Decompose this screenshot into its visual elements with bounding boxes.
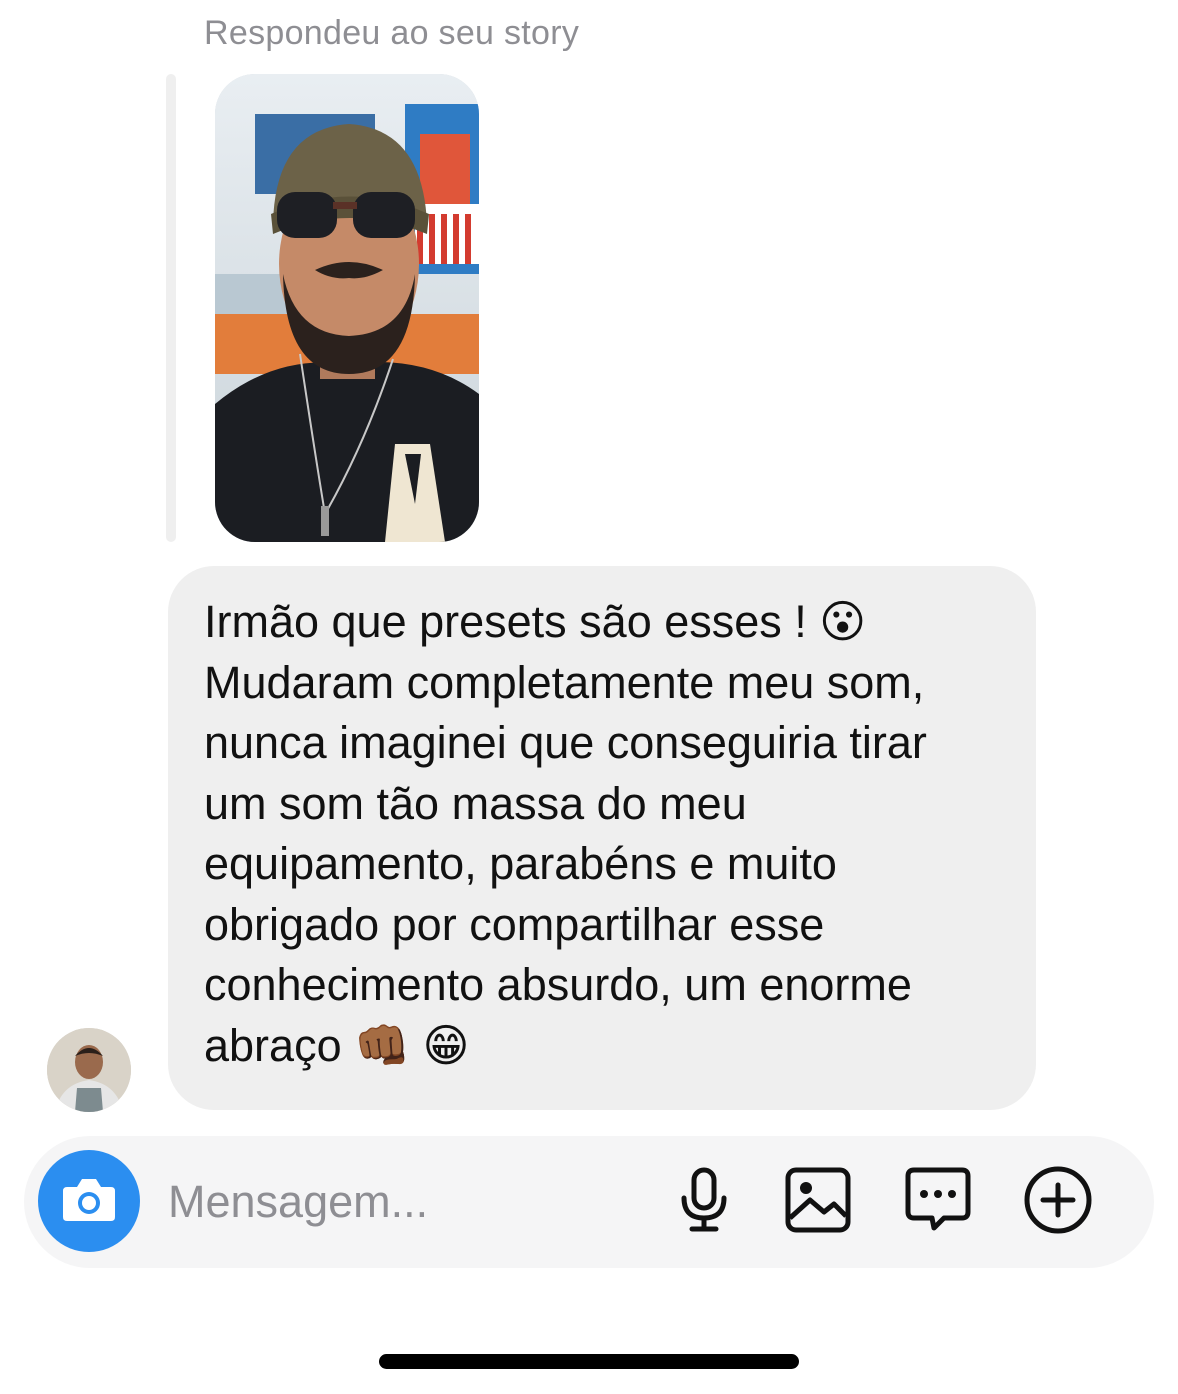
chat-sticker-icon bbox=[904, 1166, 972, 1239]
add-icon bbox=[1023, 1165, 1093, 1240]
message-composer bbox=[24, 1136, 1154, 1268]
sender-avatar[interactable] bbox=[47, 1028, 131, 1112]
reply-quote-bar bbox=[166, 74, 176, 542]
message-bubble[interactable]: Irmão que presets são esses ! 😮 Mudaram … bbox=[168, 566, 1036, 1110]
camera-button[interactable] bbox=[38, 1150, 140, 1252]
sticker-button[interactable] bbox=[902, 1166, 974, 1238]
add-button[interactable] bbox=[1022, 1166, 1094, 1238]
message-input[interactable] bbox=[168, 1172, 628, 1232]
gallery-icon bbox=[784, 1166, 852, 1239]
story-thumbnail[interactable] bbox=[215, 74, 479, 542]
microphone-icon bbox=[674, 1166, 734, 1239]
camera-icon bbox=[61, 1175, 117, 1228]
message-text: Irmão que presets são esses ! 😮 Mudaram … bbox=[204, 596, 927, 1071]
gallery-button[interactable] bbox=[782, 1166, 854, 1238]
microphone-button[interactable] bbox=[668, 1166, 740, 1238]
home-indicator bbox=[379, 1354, 799, 1369]
reply-context-label: Respondeu ao seu story bbox=[204, 14, 580, 52]
